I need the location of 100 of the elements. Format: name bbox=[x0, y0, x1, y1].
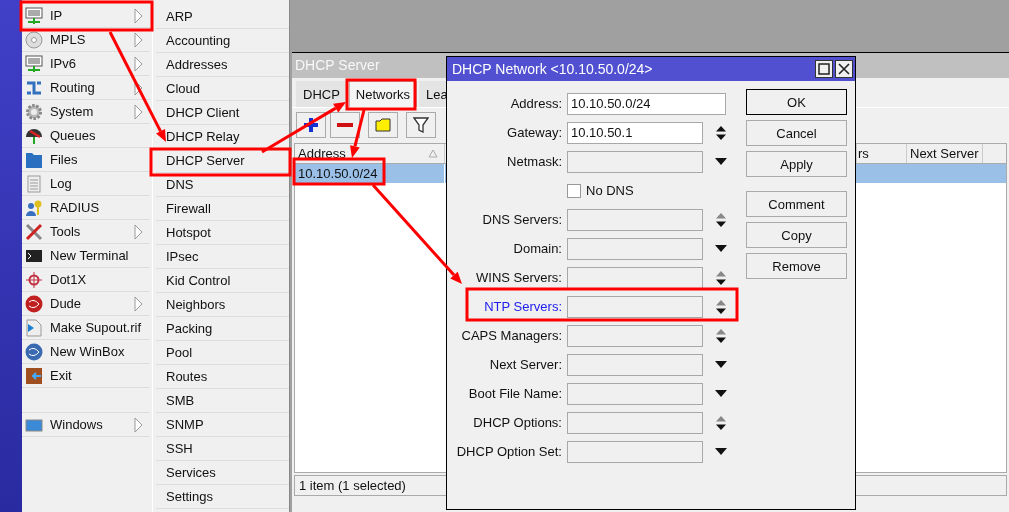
menu-item[interactable]: Cloud bbox=[156, 77, 289, 101]
field-label: CAPS Managers: bbox=[460, 328, 562, 343]
submenu-arrow-icon bbox=[134, 31, 143, 48]
menu-item[interactable]: Services bbox=[156, 461, 289, 485]
window-title: DHCP Network <10.10.50.0/24> bbox=[452, 61, 654, 77]
submenu-arrow-icon bbox=[134, 295, 143, 312]
tools-icon bbox=[25, 222, 43, 241]
field-label: NTP Servers: bbox=[483, 299, 562, 314]
column-header[interactable]: rs bbox=[857, 144, 907, 163]
menu-item[interactable]: Neighbors bbox=[156, 293, 289, 317]
crosshair-icon bbox=[25, 270, 43, 289]
menu-item[interactable]: MPLS bbox=[22, 28, 150, 52]
menu-item[interactable]: Make Supout.rif bbox=[22, 316, 150, 340]
dialog-button[interactable]: OK bbox=[746, 89, 847, 115]
menu-item[interactable]: Tools bbox=[22, 220, 150, 244]
input-field[interactable]: 10.10.50.1 bbox=[567, 121, 703, 144]
menu-item[interactable]: Accounting bbox=[156, 29, 289, 53]
filter-button[interactable] bbox=[406, 112, 436, 138]
column-header[interactable]: Next Server bbox=[907, 144, 983, 163]
menu-item[interactable]: RADIUS bbox=[22, 196, 150, 220]
field-label: DNS Servers: bbox=[481, 212, 562, 227]
close-icon bbox=[838, 63, 850, 75]
folder-icon bbox=[25, 150, 43, 169]
menu-item[interactable]: Routes bbox=[156, 365, 289, 389]
menu-item[interactable]: DHCP Server bbox=[156, 149, 289, 173]
arrow bbox=[350, 109, 366, 158]
tab[interactable]: DHCP bbox=[296, 81, 347, 107]
menu-item[interactable]: Settings bbox=[156, 485, 289, 509]
input-field[interactable]: 10.10.50.0/24 bbox=[567, 92, 726, 115]
menu-item[interactable]: Exit bbox=[22, 364, 150, 388]
plus-icon bbox=[304, 118, 318, 132]
menu-item[interactable]: IPv6 bbox=[22, 52, 150, 76]
menu-item[interactable]: SMB bbox=[156, 389, 289, 413]
maximize-button[interactable] bbox=[815, 60, 833, 78]
remove-button[interactable] bbox=[330, 112, 360, 138]
spinner-icon[interactable] bbox=[715, 124, 727, 141]
dome-icon bbox=[25, 126, 43, 145]
submenu-arrow-icon bbox=[134, 223, 143, 240]
menu-item[interactable]: Kid Control bbox=[156, 269, 289, 293]
submenu-arrow-icon bbox=[134, 103, 143, 120]
menu-item[interactable]: Dude bbox=[22, 292, 150, 316]
menu-item[interactable]: DHCP Client bbox=[156, 101, 289, 125]
dialog-button[interactable]: Apply bbox=[746, 151, 847, 177]
menu-item[interactable]: Pool bbox=[156, 341, 289, 365]
sort-icon bbox=[428, 149, 438, 158]
network-icon bbox=[25, 6, 43, 25]
menu-item[interactable]: SNMP bbox=[156, 413, 289, 437]
field-label: Address: bbox=[509, 96, 562, 111]
caret-icon[interactable] bbox=[715, 390, 727, 397]
menu-item[interactable]: Packing bbox=[156, 317, 289, 341]
menu-item[interactable]: IPsec bbox=[156, 245, 289, 269]
caret-icon[interactable] bbox=[715, 361, 727, 368]
menu-item[interactable]: New WinBox bbox=[22, 340, 150, 364]
menu-item[interactable]: IP bbox=[22, 4, 150, 28]
caret-icon[interactable] bbox=[715, 448, 727, 455]
spinner-icon[interactable] bbox=[715, 414, 727, 431]
users-icon bbox=[25, 198, 43, 217]
menu-item[interactable]: Dot1X bbox=[22, 268, 150, 292]
disc-icon bbox=[25, 30, 43, 49]
highlight-frame bbox=[345, 78, 417, 111]
menu-item[interactable]: Queues bbox=[22, 124, 150, 148]
spinner-icon[interactable] bbox=[715, 211, 727, 228]
network-icon bbox=[25, 54, 43, 73]
menu-item[interactable]: SSH bbox=[156, 437, 289, 461]
field-label: Next Server: bbox=[488, 357, 562, 372]
field-label: Netmask: bbox=[506, 154, 562, 169]
table-cell: 10.10.50.0/24 bbox=[295, 164, 445, 183]
spinner-icon[interactable] bbox=[715, 327, 727, 344]
comment-button[interactable] bbox=[368, 112, 398, 138]
field-label: Domain: bbox=[512, 241, 562, 256]
dialog-button[interactable]: Comment bbox=[746, 191, 847, 217]
spinner-icon[interactable] bbox=[715, 298, 727, 315]
field-label: Gateway: bbox=[506, 125, 562, 140]
menu-item[interactable]: Hotspot bbox=[156, 221, 289, 245]
submenu-arrow-icon bbox=[134, 7, 143, 24]
menu-item[interactable]: Log bbox=[22, 172, 150, 196]
menu-item[interactable]: Files bbox=[22, 148, 150, 172]
menu-item[interactable]: Windows bbox=[22, 413, 150, 437]
caret-icon[interactable] bbox=[715, 245, 727, 252]
menu-item[interactable]: Firewall bbox=[156, 197, 289, 221]
spinner-icon[interactable] bbox=[715, 269, 727, 286]
close-button[interactable] bbox=[835, 60, 853, 78]
minus-icon bbox=[337, 123, 353, 127]
gear-icon bbox=[25, 102, 43, 121]
menu-item[interactable]: DNS bbox=[156, 173, 289, 197]
dialog-button[interactable]: Cancel bbox=[746, 120, 847, 146]
menu-item[interactable]: ARP bbox=[156, 5, 289, 29]
field-label: Boot File Name: bbox=[467, 386, 562, 401]
dialog-button[interactable]: Copy bbox=[746, 222, 847, 248]
menu-item[interactable]: New Terminal bbox=[22, 244, 150, 268]
submenu-arrow-icon bbox=[134, 55, 143, 72]
menu-item[interactable]: Routing bbox=[22, 76, 150, 100]
checkbox-label: No DNS bbox=[586, 183, 634, 198]
funnel-icon bbox=[413, 117, 429, 133]
field-label: WINS Servers: bbox=[475, 270, 562, 285]
menu-item[interactable]: System bbox=[22, 100, 150, 124]
maximize-icon bbox=[818, 63, 830, 75]
dialog-button[interactable]: Remove bbox=[746, 253, 847, 279]
checkbox[interactable] bbox=[567, 183, 581, 198]
menu-item[interactable]: Addresses bbox=[156, 53, 289, 77]
